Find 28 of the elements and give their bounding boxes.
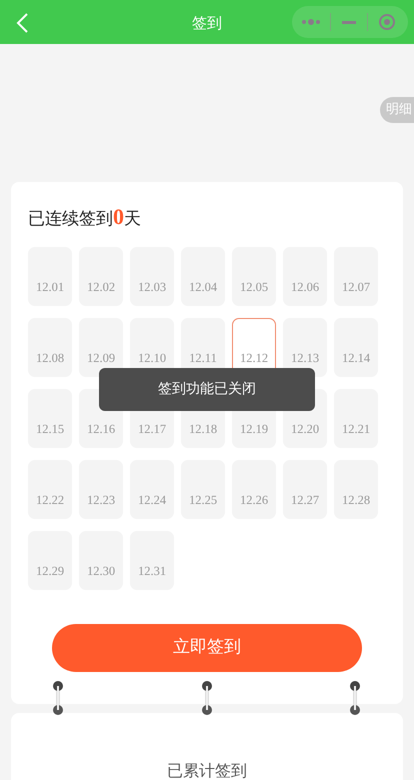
date-cell: 12.28	[334, 460, 378, 519]
date-cell: 12.27	[283, 460, 327, 519]
signin-button[interactable]: 立即签到	[52, 624, 362, 672]
date-cell: 12.08	[28, 318, 72, 377]
date-cell: 12.02	[79, 247, 123, 306]
date-cell: 12.30	[79, 531, 123, 590]
date-cell: 12.15	[28, 389, 72, 448]
date-cell: 12.31	[130, 531, 174, 590]
date-cell: 12.23	[79, 460, 123, 519]
streak-text: 已连续签到0天	[27, 203, 142, 231]
toast-message: 签到功能已关闭	[99, 368, 315, 411]
date-cell: 12.25	[181, 460, 225, 519]
date-cell: 12.01	[28, 247, 72, 306]
date-cell: 12.07	[334, 247, 378, 306]
date-cell: 12.05	[232, 247, 276, 306]
date-cell: 12.21	[334, 389, 378, 448]
back-icon	[15, 12, 29, 34]
page-title: 签到	[191, 13, 223, 34]
date-cell: 12.04	[181, 247, 225, 306]
date-cell: 12.29	[28, 531, 72, 590]
total-label: 已累计签到	[167, 761, 247, 780]
date-cell: 12.09	[79, 318, 123, 377]
date-cell: 12.14	[334, 318, 378, 377]
date-cell: 12.22	[28, 460, 72, 519]
date-cell: 12.03	[130, 247, 174, 306]
date-cell: 12.24	[130, 460, 174, 519]
date-cell: 12.06	[283, 247, 327, 306]
date-cell: 12.26	[232, 460, 276, 519]
